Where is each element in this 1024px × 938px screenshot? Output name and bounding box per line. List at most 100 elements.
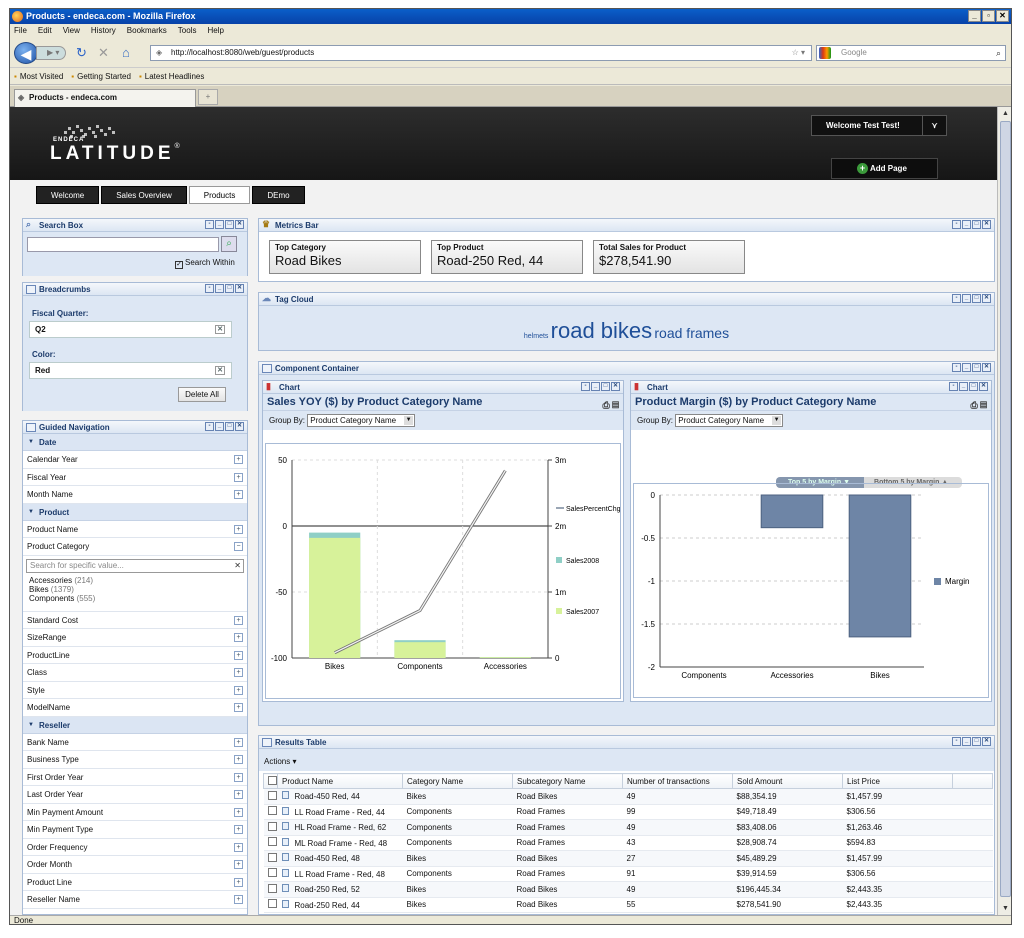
nav-item-standard-cost[interactable]: Standard Cost + bbox=[23, 611, 247, 629]
tag-link[interactable]: road frames bbox=[654, 325, 729, 341]
table-row[interactable]: Road-250 Red, 44 Bikes Road Bikes 55 $278,54… bbox=[263, 897, 993, 913]
row-select-cell[interactable] bbox=[263, 866, 278, 882]
checkbox-icon[interactable] bbox=[267, 852, 277, 862]
minimize-icon[interactable]: _ bbox=[215, 220, 224, 229]
bar-sales2007[interactable] bbox=[394, 642, 446, 658]
help-icon[interactable]: - bbox=[952, 294, 961, 303]
table-row[interactable]: HL Road Frame - Red, 62 Components Road Fr… bbox=[263, 819, 993, 836]
tab-demo[interactable]: DEmo bbox=[252, 186, 305, 204]
record-icon[interactable] bbox=[281, 868, 289, 877]
record-icon[interactable] bbox=[281, 806, 289, 815]
row-select-cell[interactable] bbox=[263, 819, 278, 836]
minimize-button[interactable]: _ bbox=[968, 10, 981, 22]
back-button[interactable]: ◀ bbox=[14, 42, 38, 64]
nav-item-modelname[interactable]: ModelName + bbox=[23, 699, 247, 717]
row-select-cell[interactable] bbox=[263, 881, 278, 898]
close-icon[interactable]: ✕ bbox=[982, 220, 991, 229]
expand-icon[interactable]: + bbox=[234, 807, 243, 817]
expand-icon[interactable]: + bbox=[234, 633, 243, 642]
print-icon[interactable]: ⎙ ▤ bbox=[970, 397, 987, 414]
nav-group[interactable]: Product bbox=[23, 503, 247, 521]
expand-icon[interactable]: + bbox=[234, 455, 243, 464]
bar-margin[interactable] bbox=[848, 494, 912, 638]
refinement-value[interactable]: Accessories (214) bbox=[29, 576, 244, 585]
checkbox-icon[interactable] bbox=[267, 883, 277, 893]
select-all-cell[interactable] bbox=[263, 773, 278, 789]
help-icon[interactable]: - bbox=[949, 382, 958, 391]
menu-file[interactable]: File bbox=[14, 24, 27, 38]
forward-button[interactable]: ▶ ▾ bbox=[36, 46, 66, 60]
home-icon[interactable]: ⌂ bbox=[122, 45, 130, 60]
expand-icon[interactable]: + bbox=[234, 668, 243, 677]
bookmark-item[interactable]: ▪ Most Visited bbox=[14, 69, 63, 84]
help-icon[interactable]: - bbox=[205, 220, 214, 229]
record-icon[interactable] bbox=[281, 791, 289, 800]
record-icon[interactable] bbox=[281, 884, 289, 893]
maximize-icon[interactable]: □ bbox=[601, 382, 610, 391]
expand-icon[interactable]: + bbox=[234, 685, 243, 695]
checkbox-icon[interactable] bbox=[267, 806, 277, 816]
menu-bookmarks[interactable]: Bookmarks bbox=[127, 24, 167, 38]
nav-item-style[interactable]: Style + bbox=[23, 681, 247, 699]
bar-margin[interactable] bbox=[760, 494, 824, 529]
menu-help[interactable]: Help bbox=[207, 24, 223, 38]
checkbox-icon[interactable] bbox=[267, 821, 277, 831]
tab-welcome[interactable]: Welcome bbox=[36, 186, 100, 204]
site-identity-icon[interactable]: ◈ bbox=[156, 46, 162, 60]
maximize-icon[interactable]: □ bbox=[972, 220, 981, 229]
column-header[interactable]: Product Name bbox=[277, 773, 403, 789]
maximize-icon[interactable]: □ bbox=[225, 422, 234, 431]
reload-icon[interactable]: ↻ bbox=[76, 45, 87, 61]
close-icon[interactable]: ✕ bbox=[982, 294, 991, 303]
close-icon[interactable]: ✕ bbox=[982, 737, 991, 746]
close-icon[interactable]: ✕ bbox=[982, 363, 991, 372]
help-icon[interactable]: - bbox=[952, 363, 961, 372]
group-by-select[interactable]: Product Category Name bbox=[675, 414, 784, 428]
menu-history[interactable]: History bbox=[91, 24, 116, 38]
expand-icon[interactable]: + bbox=[234, 737, 243, 747]
search-within-checkbox[interactable]: ✓ Search Within bbox=[175, 258, 235, 269]
maximize-icon[interactable]: □ bbox=[972, 737, 981, 746]
expand-icon[interactable]: + bbox=[234, 755, 243, 764]
scroll-up-icon[interactable]: ▲ bbox=[1000, 108, 1011, 119]
nav-item-bank-name[interactable]: Bank Name + bbox=[23, 733, 247, 751]
welcome-menu[interactable]: Welcome Test Test! ⋎ bbox=[811, 115, 947, 136]
minimize-icon[interactable]: _ bbox=[962, 737, 971, 746]
table-row[interactable]: Road-450 Red, 48 Bikes Road Bikes 27 $45,489… bbox=[263, 850, 993, 867]
column-header[interactable]: Category Name bbox=[402, 773, 513, 789]
expand-icon[interactable]: + bbox=[234, 842, 243, 852]
nav-group[interactable]: Date bbox=[23, 434, 247, 451]
nav-item-product-name[interactable]: Product Name + bbox=[23, 520, 247, 538]
help-icon[interactable]: - bbox=[205, 284, 214, 293]
clear-icon[interactable]: ✕ bbox=[234, 560, 241, 572]
nav-item-product-line[interactable]: Product Line + bbox=[23, 873, 247, 891]
search-input[interactable] bbox=[27, 237, 219, 252]
expand-icon[interactable]: + bbox=[234, 703, 243, 712]
tag-link[interactable]: helmets bbox=[524, 333, 549, 340]
close-icon[interactable]: ✕ bbox=[235, 422, 244, 431]
bookmark-star-icon[interactable]: ☆ ▾ bbox=[792, 46, 805, 60]
close-icon[interactable]: ✕ bbox=[979, 382, 988, 391]
maximize-icon[interactable]: □ bbox=[225, 284, 234, 293]
nav-item-product-category[interactable]: Product Category − bbox=[23, 538, 247, 556]
close-icon[interactable]: ✕ bbox=[235, 220, 244, 229]
bar-sales2007[interactable] bbox=[309, 537, 361, 658]
row-select-cell[interactable] bbox=[263, 850, 278, 867]
nav-item-min-payment-type[interactable]: Min Payment Type + bbox=[23, 821, 247, 839]
expand-icon[interactable]: + bbox=[234, 650, 243, 660]
menu-tools[interactable]: Tools bbox=[178, 24, 197, 38]
nav-item-last-order-year[interactable]: Last Order Year + bbox=[23, 786, 247, 804]
menu-edit[interactable]: Edit bbox=[38, 24, 52, 38]
nav-item-business-type[interactable]: Business Type + bbox=[23, 751, 247, 769]
close-icon[interactable]: ✕ bbox=[235, 284, 244, 293]
table-row[interactable]: LL Road Frame - Red, 44 Components Road Fr… bbox=[263, 804, 993, 820]
help-icon[interactable]: - bbox=[952, 220, 961, 229]
nav-item-fiscal-year[interactable]: Fiscal Year + bbox=[23, 468, 247, 486]
print-icon[interactable]: ⎙ ▤ bbox=[602, 397, 619, 414]
url-bar[interactable]: ◈ http://localhost:8080/web/guest/produc… bbox=[150, 45, 812, 61]
checkbox-icon[interactable]: ✓ bbox=[175, 261, 183, 269]
web-search-box[interactable]: Google ⌕ bbox=[816, 45, 1006, 61]
tab-products[interactable]: Products bbox=[188, 186, 251, 204]
refinement-value[interactable]: Bikes (1379) bbox=[29, 585, 244, 594]
browser-tab[interactable]: ◈ Products - endeca.com bbox=[14, 89, 196, 107]
